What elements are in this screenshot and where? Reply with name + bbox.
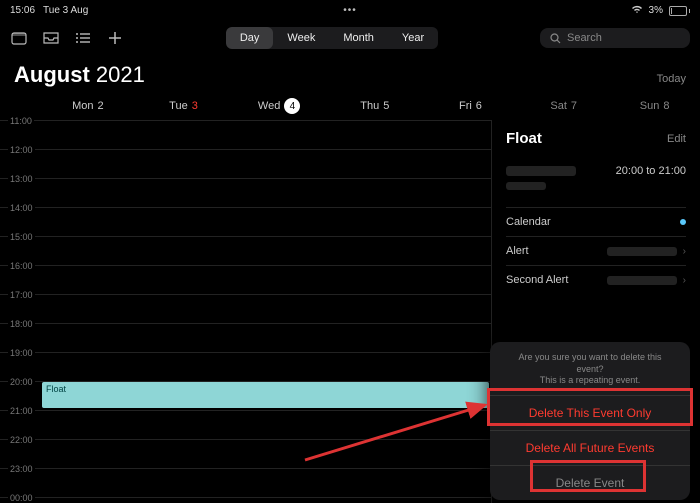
dialog-message: Are you sure you want to delete this eve… xyxy=(490,352,690,395)
hour-row: 15:00 xyxy=(0,236,491,266)
inbox-icon[interactable] xyxy=(42,31,60,45)
chevron-right-icon: › xyxy=(683,275,686,286)
view-month-button[interactable]: Month xyxy=(329,27,388,49)
wifi-icon xyxy=(631,5,643,17)
day-mon[interactable]: Mon2 xyxy=(40,98,136,114)
alert-row[interactable]: Alert › xyxy=(506,236,686,265)
hour-row: 19:00 xyxy=(0,352,491,382)
search-field[interactable]: Search xyxy=(540,28,690,48)
hour-label: 21:00 xyxy=(8,406,35,416)
status-date: Tue 3 Aug xyxy=(43,5,88,16)
multitask-dots[interactable]: ••• xyxy=(343,5,357,16)
hour-label: 12:00 xyxy=(8,145,35,155)
second-alert-row[interactable]: Second Alert › xyxy=(506,265,686,294)
view-week-button[interactable]: Week xyxy=(273,27,329,49)
toolbar: Day Week Month Year Search xyxy=(0,18,700,58)
hour-label: 13:00 xyxy=(8,174,35,184)
hour-row: 21:00 xyxy=(0,410,491,440)
hour-row: 17:00 xyxy=(0,294,491,324)
hour-label: 20:00 xyxy=(8,377,35,387)
search-placeholder: Search xyxy=(567,32,602,44)
add-icon[interactable] xyxy=(106,31,124,45)
hour-row: 16:00 xyxy=(0,265,491,295)
hour-label: 19:00 xyxy=(8,348,35,358)
battery-icon xyxy=(669,6,690,16)
week-header: Mon2 Tue3 Wed4 Thu5 Fri6 Sat7 Sun8 xyxy=(0,94,700,120)
day-tue[interactable]: Tue3 xyxy=(136,98,232,114)
chevron-right-icon: › xyxy=(683,246,686,257)
event-float[interactable]: Float xyxy=(42,382,489,408)
calendar-today-icon[interactable] xyxy=(10,31,28,45)
hour-label: 11:00 xyxy=(8,116,34,126)
view-segmented-control: Day Week Month Year xyxy=(226,27,438,49)
day-fri[interactable]: Fri6 xyxy=(423,98,519,114)
hour-row: 00:00 xyxy=(0,497,491,503)
month-title: August 2021 xyxy=(14,62,145,88)
hour-row: 23:00 xyxy=(0,468,491,498)
delete-future-button[interactable]: Delete All Future Events xyxy=(490,430,690,465)
day-wed[interactable]: Wed4 xyxy=(231,98,327,114)
status-bar: 15:06 Tue 3 Aug ••• 3% xyxy=(0,0,700,18)
day-sun[interactable]: Sun8 xyxy=(609,98,700,114)
status-time: 15:06 xyxy=(10,5,35,16)
delete-event-button[interactable]: Delete Event xyxy=(490,465,690,500)
view-year-button[interactable]: Year xyxy=(388,27,438,49)
hour-row: 12:00 xyxy=(0,149,491,179)
calendar-color-dot xyxy=(680,219,686,225)
view-day-button[interactable]: Day xyxy=(226,27,274,49)
hour-label: 18:00 xyxy=(8,319,35,329)
hour-label: 16:00 xyxy=(8,261,35,271)
list-icon[interactable] xyxy=(74,31,92,45)
hour-row: 14:00 xyxy=(0,207,491,237)
hour-row: 11:00 xyxy=(0,120,491,150)
hour-row: 13:00 xyxy=(0,178,491,208)
hour-row: 22:00 xyxy=(0,439,491,469)
delete-confirmation-dialog: Are you sure you want to delete this eve… xyxy=(490,342,690,500)
event-time-range: 20:00 to 21:00 xyxy=(616,165,686,177)
title-row: August 2021 Today xyxy=(0,58,700,94)
day-thu[interactable]: Thu5 xyxy=(327,98,423,114)
hour-label: 23:00 xyxy=(8,464,35,474)
battery-percent: 3% xyxy=(649,5,663,16)
hour-label: 15:00 xyxy=(8,232,35,242)
hour-label: 14:00 xyxy=(8,203,35,213)
hour-label: 17:00 xyxy=(8,290,35,300)
hour-row: 18:00 xyxy=(0,323,491,353)
hour-label: 22:00 xyxy=(8,435,35,445)
today-button[interactable]: Today xyxy=(657,73,686,85)
event-title: Float xyxy=(506,130,542,147)
edit-button[interactable]: Edit xyxy=(667,133,686,145)
redacted-location xyxy=(506,165,576,193)
search-icon xyxy=(550,33,561,44)
hour-label: 00:00 xyxy=(8,493,35,503)
day-sat[interactable]: Sat7 xyxy=(518,98,609,114)
calendar-row[interactable]: Calendar xyxy=(506,207,686,236)
delete-this-only-button[interactable]: Delete This Event Only xyxy=(490,395,690,430)
hour-grid[interactable]: 11:0012:0013:0014:0015:0016:0017:0018:00… xyxy=(0,120,492,503)
